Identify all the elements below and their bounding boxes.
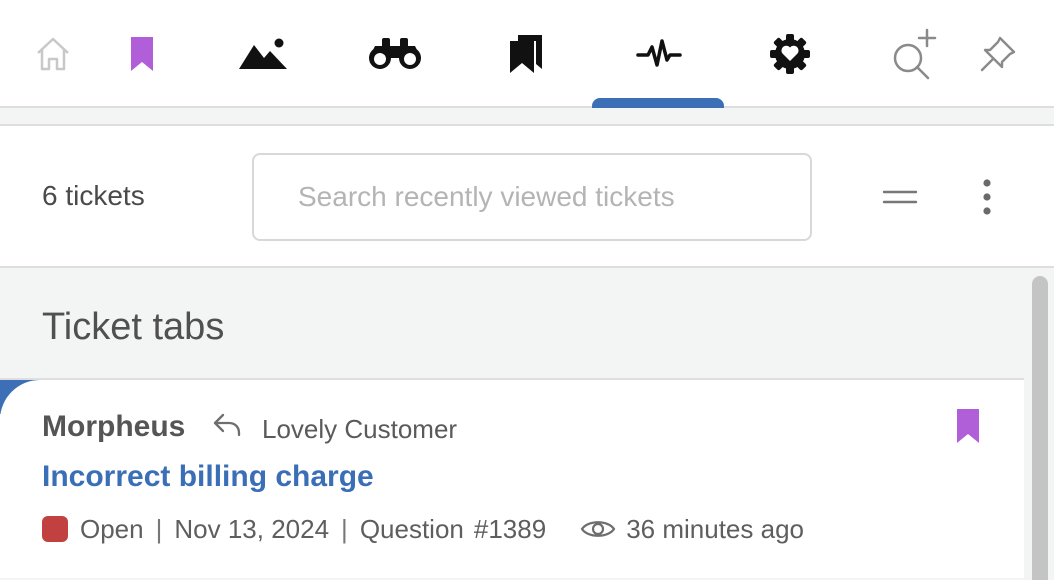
requester-name: Morpheus [42,410,186,443]
eye-icon [580,521,616,537]
meta-separator: | [155,513,163,544]
section-header: Ticket tabs [0,268,1024,380]
customer-name: Lovely Customer [262,414,458,444]
section-title: Ticket tabs [42,306,225,348]
home-icon [37,37,69,71]
ticket-type: Question [359,513,464,544]
ticket-bookmark-button[interactable] [956,408,980,449]
bookmarks-icon [510,35,542,73]
search-input[interactable] [254,155,810,239]
image-icon [239,38,287,69]
home-button[interactable] [30,22,76,86]
image-button[interactable] [234,22,292,86]
ticket-card[interactable]: Morpheus Lovely Customer Incorrect billi… [0,380,1024,578]
scrollbar-thumb[interactable] [1032,276,1048,580]
reply-icon [213,413,241,437]
activity-button[interactable] [630,22,688,86]
status-label: Open [80,513,144,544]
divider-band [0,108,1054,126]
pin-icon [980,36,1016,72]
status-indicator [42,516,68,542]
add-search-button[interactable] [888,22,940,86]
ticket-meta: Open | Nov 13, 2024 | Question #1389 36 … [42,514,804,544]
sort-lines-icon [882,190,918,204]
search-plus-icon [893,28,937,80]
gear-heart-icon [770,34,810,74]
active-tab-indicator [592,98,724,108]
ticket-count: 6 tickets [42,180,145,211]
ticket-date: Nov 13, 2024 [174,513,330,544]
bookmark-icon [957,409,979,443]
pulse-icon [636,39,682,67]
ticket-subject-link[interactable]: Incorrect billing charge [42,460,374,494]
more-vertical-icon [983,179,991,215]
settings-button[interactable] [766,22,814,86]
sort-button[interactable] [878,180,922,214]
search-bar-row: 6 tickets [0,126,1054,268]
binoculars-icon [369,38,421,69]
meta-separator: | [341,513,348,544]
viewed-time: 36 minutes ago [626,513,804,544]
top-toolbar [0,0,1054,108]
ticket-card-body: Morpheus Lovely Customer Incorrect billi… [0,380,1024,578]
pin-button[interactable] [976,22,1020,86]
more-options-button[interactable] [970,176,1004,218]
bookmarks-tab-button[interactable] [122,22,162,86]
bookmark-icon [131,37,153,71]
watch-button[interactable] [362,22,428,86]
saved-button[interactable] [504,22,548,86]
ticket-id: #1389 [473,513,547,544]
search-box[interactable] [252,153,812,241]
